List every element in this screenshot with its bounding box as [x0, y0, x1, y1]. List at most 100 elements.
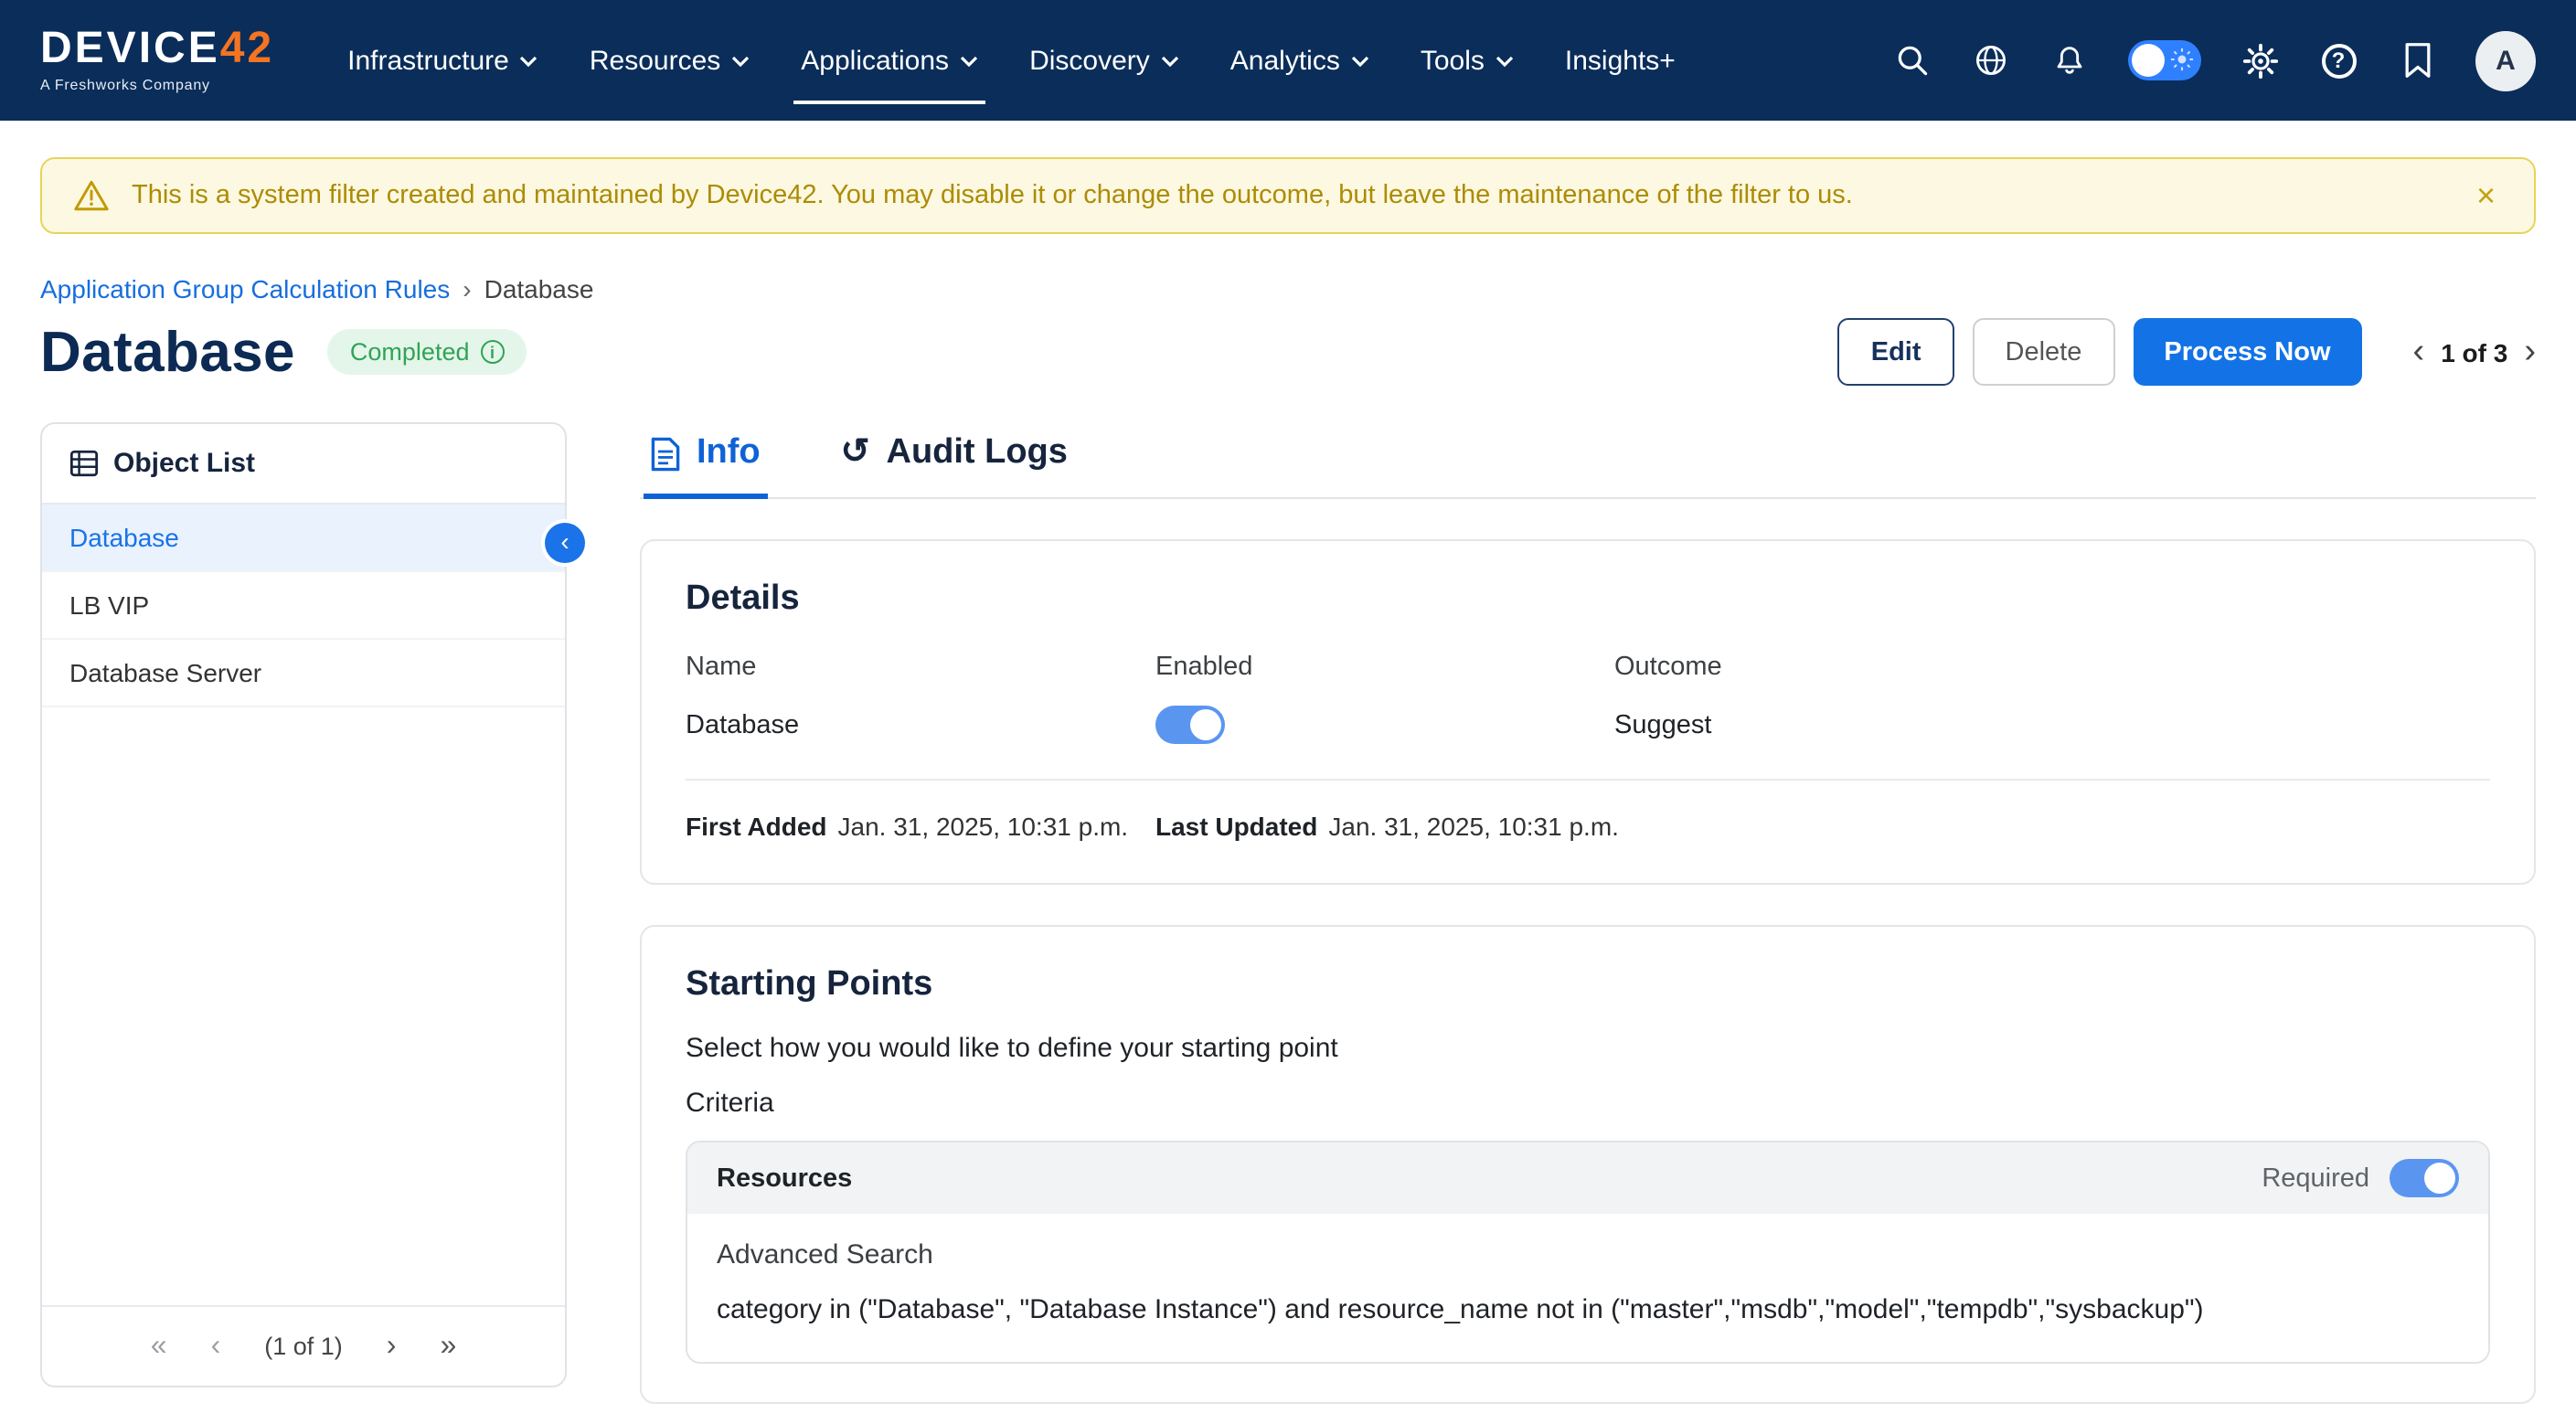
nav-label: Discovery [1029, 45, 1150, 76]
status-badge-label: Completed [350, 338, 470, 366]
nav-item-applications[interactable]: Applications [775, 0, 1004, 121]
logo-tagline: A Freshworks Company [40, 77, 274, 93]
pager-next-icon[interactable]: › [2524, 335, 2536, 369]
banner-close-icon[interactable]: × [2469, 175, 2503, 216]
toggle-knob [2132, 44, 2165, 77]
main-layout: Object List Database LB VIP Database Ser… [40, 422, 2536, 1404]
system-filter-banner: This is a system filter created and main… [40, 157, 2536, 234]
resources-header: Resources Required [687, 1142, 2488, 1214]
user-avatar[interactable]: A [2475, 30, 2536, 90]
logo-text: DEVICE42 [40, 27, 274, 71]
outcome-label: Outcome [1614, 653, 2490, 682]
globe-icon[interactable] [1971, 40, 2011, 80]
tab-audit-logs-label: Audit Logs [887, 433, 1068, 473]
object-list-header: Object List [42, 424, 565, 505]
main-content: Info ↺ Audit Logs Details Name Enabled O… [640, 422, 2536, 1404]
object-list-title: Object List [113, 448, 255, 479]
criteria-label: Criteria [686, 1088, 2490, 1119]
delete-button[interactable]: Delete [1973, 318, 2115, 386]
object-list-pagination: « ‹ (1 of 1) › » [42, 1305, 565, 1386]
nav-label: Analytics [1230, 45, 1340, 76]
settings-gear-icon[interactable] [2240, 40, 2280, 80]
nav-item-analytics[interactable]: Analytics [1205, 0, 1395, 121]
starting-points-heading: Starting Points [686, 965, 2490, 1005]
page-header: Database Completed i Edit Delete Process… [40, 318, 2536, 386]
details-grid: Name Enabled Outcome Database Suggest [686, 653, 2490, 744]
nav-label: Applications [801, 45, 949, 76]
warning-icon [73, 179, 110, 212]
nav-label: Resources [590, 45, 720, 76]
sun-icon [2170, 48, 2194, 71]
nav-label: Tools [1421, 45, 1485, 76]
nav-item-tools[interactable]: Tools [1395, 0, 1539, 121]
last-updated: Last Updated Jan. 31, 2025, 10:31 p.m. [1155, 812, 2490, 841]
nav-label: Infrastructure [347, 45, 509, 76]
nav-label: Insights+ [1565, 45, 1676, 76]
first-added-label: First Added [686, 812, 827, 841]
device42-logo[interactable]: DEVICE42 A Freshworks Company [40, 27, 274, 93]
name-label: Name [686, 653, 1155, 682]
dates-row: First Added Jan. 31, 2025, 10:31 p.m. Las… [686, 812, 2490, 845]
enabled-label: Enabled [1155, 653, 1614, 682]
tab-info[interactable]: Info [644, 422, 768, 497]
help-question-mark: ? [2321, 43, 2356, 78]
sidebar-collapse-button[interactable]: ‹ [545, 523, 585, 563]
notifications-bell-icon[interactable] [2049, 40, 2090, 80]
advanced-search-label: Advanced Search [717, 1239, 2459, 1270]
starting-points-card: Starting Points Select how you would lik… [640, 925, 2536, 1404]
pagination-label: (1 of 1) [264, 1333, 343, 1360]
breadcrumb-parent-link[interactable]: Application Group Calculation Rules [40, 274, 450, 303]
chevron-down-icon [731, 54, 750, 67]
chevron-down-icon [1161, 54, 1179, 67]
theme-toggle[interactable] [2128, 40, 2201, 80]
required-toggle[interactable] [2390, 1159, 2459, 1197]
chevron-down-icon [960, 54, 978, 67]
history-icon: ↺ [841, 434, 870, 469]
nav-item-discovery[interactable]: Discovery [1004, 0, 1205, 121]
process-now-button[interactable]: Process Now [2133, 318, 2361, 386]
navbar-right-icons: ? A [1892, 30, 2536, 90]
query-text: category in ("Database", "Database Insta… [717, 1294, 2459, 1325]
sidebar-item-lb-vip[interactable]: LB VIP [42, 572, 565, 640]
first-added: First Added Jan. 31, 2025, 10:31 p.m. [686, 812, 1155, 841]
breadcrumb-current: Database [484, 274, 594, 303]
resources-body: Advanced Search category in ("Database",… [687, 1214, 2488, 1362]
list-icon [69, 450, 99, 477]
tab-bar: Info ↺ Audit Logs [640, 422, 2536, 499]
required-label: Required [2262, 1164, 2369, 1193]
enabled-toggle[interactable] [1155, 706, 1225, 744]
pager-prev-icon[interactable]: ‹ [2413, 335, 2425, 369]
tab-info-label: Info [697, 433, 761, 473]
details-heading: Details [686, 579, 2490, 620]
bookmark-icon[interactable] [2397, 40, 2437, 80]
pagination-prev-icon[interactable]: ‹ [211, 1332, 221, 1361]
search-icon[interactable] [1892, 40, 1932, 80]
last-updated-label: Last Updated [1155, 812, 1317, 841]
chevron-down-icon [1351, 54, 1369, 67]
nav-item-infrastructure[interactable]: Infrastructure [322, 0, 564, 121]
main-nav: Infrastructure Resources Applications Di… [322, 0, 1701, 121]
resources-title: Resources [717, 1164, 852, 1193]
document-icon [651, 436, 680, 471]
status-badge: Completed i [328, 329, 527, 375]
first-added-value: Jan. 31, 2025, 10:31 p.m. [838, 812, 1129, 841]
edit-button[interactable]: Edit [1838, 318, 1954, 386]
pagination-last-icon[interactable]: » [440, 1332, 456, 1361]
sidebar-item-database-server[interactable]: Database Server [42, 640, 565, 707]
record-pager: ‹ 1 of 3 › [2413, 335, 2536, 369]
chevron-down-icon [520, 54, 538, 67]
sidebar-item-database[interactable]: Database [42, 505, 565, 572]
info-icon[interactable]: i [481, 340, 505, 364]
last-updated-value: Jan. 31, 2025, 10:31 p.m. [1328, 812, 1619, 841]
pager-label: 1 of 3 [2441, 337, 2507, 367]
tab-audit-logs[interactable]: ↺ Audit Logs [834, 422, 1075, 497]
nav-item-insights[interactable]: Insights+ [1539, 0, 1701, 121]
pagination-next-icon[interactable]: › [387, 1332, 397, 1361]
banner-message: This is a system filter created and main… [132, 181, 2447, 210]
pagination-first-icon[interactable]: « [151, 1332, 167, 1361]
outcome-value: Suggest [1614, 706, 2490, 744]
nav-item-resources[interactable]: Resources [564, 0, 775, 121]
details-card: Details Name Enabled Outcome Database Su… [640, 539, 2536, 885]
chevron-down-icon [1496, 54, 1514, 67]
help-icon[interactable]: ? [2318, 40, 2358, 80]
